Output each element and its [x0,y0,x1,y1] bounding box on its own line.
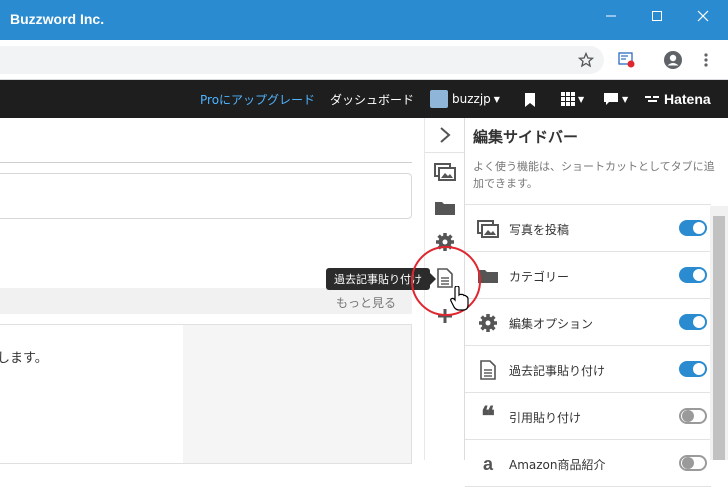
list-item[interactable]: カテゴリー [465,252,711,299]
upgrade-link[interactable]: Proにアップグレード [200,80,315,118]
more-link[interactable]: もっと見る [336,294,396,311]
toggle-switch[interactable] [679,408,707,424]
chevron-right-icon [440,127,451,143]
photo-icon [434,163,456,181]
address-bar[interactable] [0,46,604,74]
toggle-switch[interactable] [679,267,707,283]
toggle-switch[interactable] [679,361,707,377]
maximize-button[interactable] [634,0,680,32]
minimize-button[interactable] [588,0,634,32]
content-preview [183,325,411,463]
comment-icon [604,93,618,105]
sidebar-title: 編集サイドバー [473,128,579,146]
bookmark-icon[interactable] [524,92,536,108]
title-underline [0,162,412,163]
star-icon[interactable] [578,52,594,68]
toggle-switch[interactable] [679,314,707,330]
toggle-switch[interactable] [679,455,707,471]
gear-icon [477,312,499,334]
brand-name: Hatena [664,91,711,107]
window-title-bar: Buzzword Inc. [0,0,728,40]
divider [425,152,465,153]
user-menu[interactable]: buzzjp ▼ [430,80,500,118]
username: buzzjp [452,92,491,106]
hatena-header: Proにアップグレード ダッシュボード buzzjp ▼ ▼ ▼ Hatena [0,80,728,118]
hatena-logo[interactable]: Hatena [645,80,711,118]
content-text: します。 [0,351,48,366]
content-box[interactable]: します。 [0,324,412,464]
browser-toolbar [0,40,728,80]
list-item[interactable]: 編集オプション [465,299,711,346]
text-input-box[interactable] [0,173,412,219]
quote-icon: ❝ [481,402,495,432]
document-icon [477,359,499,381]
edit-sidebar-panel: 編集サイドバー よく使う機能は、ショートカットとしてタブに追加できます。 写真を… [464,118,728,487]
list-item-label: 過去記事貼り付け [509,364,606,378]
list-item[interactable]: 写真を投稿 [465,205,711,252]
list-item[interactable]: ❝ 引用貼り付け [465,393,711,440]
close-button[interactable] [680,0,726,32]
sidebar-scrollbar-thumb[interactable] [713,216,725,460]
notifications-menu[interactable]: ▼ [603,80,628,118]
apps-menu[interactable]: ▼ [561,80,584,118]
hand-cursor-icon [450,286,469,311]
window-title: Buzzword Inc. [10,11,105,27]
collapse-sidebar-button[interactable] [433,123,457,147]
minimize-icon [606,15,616,17]
folder-icon [435,202,455,215]
close-icon [697,10,709,22]
maximize-icon [652,11,662,21]
photo-icon [477,218,499,240]
toggle-switch[interactable] [679,220,707,236]
caret-down-icon: ▼ [622,94,629,104]
list-item-label: 写真を投稿 [509,223,570,237]
extension-icon[interactable] [618,52,636,68]
list-item-label: 編集オプション [509,317,594,331]
feature-list: 写真を投稿 カテゴリー 編集オプション 過去記事貼り付け ❝ 引用貼り付け a … [465,204,711,487]
hatena-logo-icon [645,96,659,102]
sidebar-description: よく使う機能は、ショートカットとしてタブに追加できます。 [473,160,715,190]
profile-icon[interactable] [663,50,683,70]
browser-menu-icon[interactable] [700,52,712,68]
caret-down-icon: ▼ [493,94,500,104]
tab-photo[interactable] [433,160,457,184]
list-item[interactable]: a Amazon商品紹介 [465,440,711,487]
tab-category[interactable] [433,196,457,220]
dashboard-link[interactable]: ダッシュボード [330,80,414,118]
caret-down-icon: ▼ [578,94,585,104]
grid-icon [561,92,575,106]
list-item-label: カテゴリー [509,270,570,284]
avatar [430,90,448,108]
list-item-label: Amazon商品紹介 [509,458,606,472]
amazon-icon: a [482,453,493,474]
list-item[interactable]: 過去記事貼り付け [465,346,711,393]
highlight-circle [411,246,481,316]
list-item-label: 引用貼り付け [509,411,582,425]
